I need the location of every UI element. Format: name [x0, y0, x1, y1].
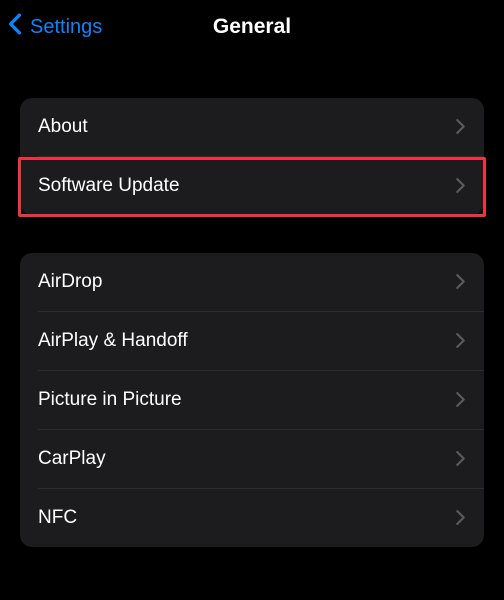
row-label: AirDrop	[38, 271, 102, 293]
row-label: Software Update	[38, 175, 180, 197]
row-nfc[interactable]: NFC	[20, 489, 484, 547]
settings-group-1: About Software Update	[20, 98, 484, 215]
settings-group-2: AirDrop AirPlay & Handoff Picture in Pic…	[20, 253, 484, 547]
row-about[interactable]: About	[20, 98, 484, 156]
row-label: NFC	[38, 507, 77, 529]
chevron-left-icon	[8, 13, 26, 41]
chevron-right-icon	[456, 510, 466, 526]
chevron-right-icon	[456, 451, 466, 467]
back-label: Settings	[30, 16, 102, 39]
row-airdrop[interactable]: AirDrop	[20, 253, 484, 311]
row-picture-in-picture[interactable]: Picture in Picture	[20, 371, 484, 429]
page-title: General	[213, 15, 291, 39]
chevron-right-icon	[456, 274, 466, 290]
row-airplay-handoff[interactable]: AirPlay & Handoff	[20, 312, 484, 370]
chevron-right-icon	[456, 392, 466, 408]
row-label: CarPlay	[38, 448, 106, 470]
row-label: Picture in Picture	[38, 389, 182, 411]
chevron-right-icon	[456, 178, 466, 194]
content: About Software Update AirDrop	[0, 98, 504, 547]
row-carplay[interactable]: CarPlay	[20, 430, 484, 488]
row-label: About	[38, 116, 88, 138]
back-button[interactable]: Settings	[8, 13, 102, 41]
nav-header: Settings General	[0, 0, 504, 54]
chevron-right-icon	[456, 119, 466, 135]
row-software-update[interactable]: Software Update	[20, 157, 484, 215]
row-label: AirPlay & Handoff	[38, 330, 188, 352]
chevron-right-icon	[456, 333, 466, 349]
